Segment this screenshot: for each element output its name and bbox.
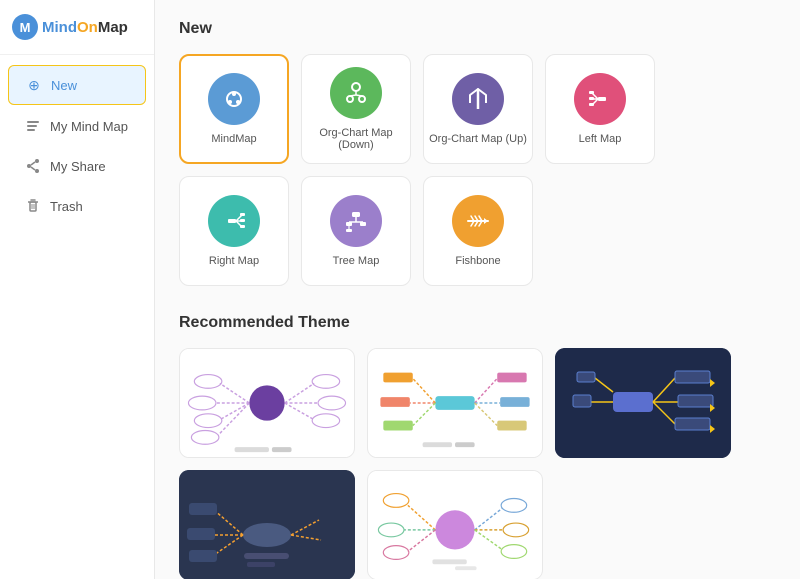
map-card-fishbone[interactable]: Fishbone [423,176,533,286]
sidebar: M MindOnMap ⊕ New My Mind Map My Share T [0,0,155,579]
map-card-tree-map[interactable]: Tree Map [301,176,411,286]
left-map-label: Left Map [579,133,622,145]
theme-card-4[interactable] [179,470,355,579]
sidebar-item-trash[interactable]: Trash [8,187,146,225]
right-map-icon [208,195,260,247]
new-section-title: New [179,20,776,38]
sidebar-item-trash-label: Trash [50,199,83,214]
mindmap-icon [208,73,260,125]
trash-icon [24,197,42,215]
theme-card-3[interactable] [555,348,731,458]
map-type-grid: MindMap Org-Chart Map (Down) Org-Ch [179,54,776,286]
mindmap-label: MindMap [211,133,256,145]
theme-card-1[interactable] [179,348,355,458]
tree-map-icon [330,195,382,247]
logo-icon: M [12,14,38,40]
right-map-label: Right Map [209,255,259,267]
recommended-title: Recommended Theme [179,314,776,332]
map-card-org-down[interactable]: Org-Chart Map (Down) [301,54,411,164]
sidebar-item-new[interactable]: ⊕ New [8,65,146,105]
sidebar-item-my-share[interactable]: My Share [8,147,146,185]
fishbone-icon [452,195,504,247]
left-map-icon [574,73,626,125]
logo: M MindOnMap [0,0,154,55]
fishbone-label: Fishbone [455,255,500,267]
theme-card-2[interactable] [367,348,543,458]
map-card-mindmap[interactable]: MindMap [179,54,289,164]
map-card-right-map[interactable]: Right Map [179,176,289,286]
share-icon [24,157,42,175]
org-chart-down-icon [330,67,382,119]
map-card-org-up[interactable]: Org-Chart Map (Up) [423,54,533,164]
theme-card-5[interactable] [367,470,543,579]
map-card-left-map[interactable]: Left Map [545,54,655,164]
main-content: New MindMap Org-Chart Map (Down) [155,0,800,579]
logo-text: MindOnMap [42,19,128,36]
org-chart-up-icon [452,73,504,125]
sidebar-item-my-mind-map[interactable]: My Mind Map [8,107,146,145]
sidebar-item-my-share-label: My Share [50,159,106,174]
mind-map-icon [24,117,42,135]
sidebar-item-my-mind-map-label: My Mind Map [50,119,128,134]
sidebar-item-new-label: New [51,78,77,93]
theme-grid [179,348,776,579]
tree-map-label: Tree Map [333,255,380,267]
new-icon: ⊕ [25,76,43,94]
org-chart-down-label: Org-Chart Map (Down) [302,127,410,151]
org-chart-up-label: Org-Chart Map (Up) [429,133,527,145]
